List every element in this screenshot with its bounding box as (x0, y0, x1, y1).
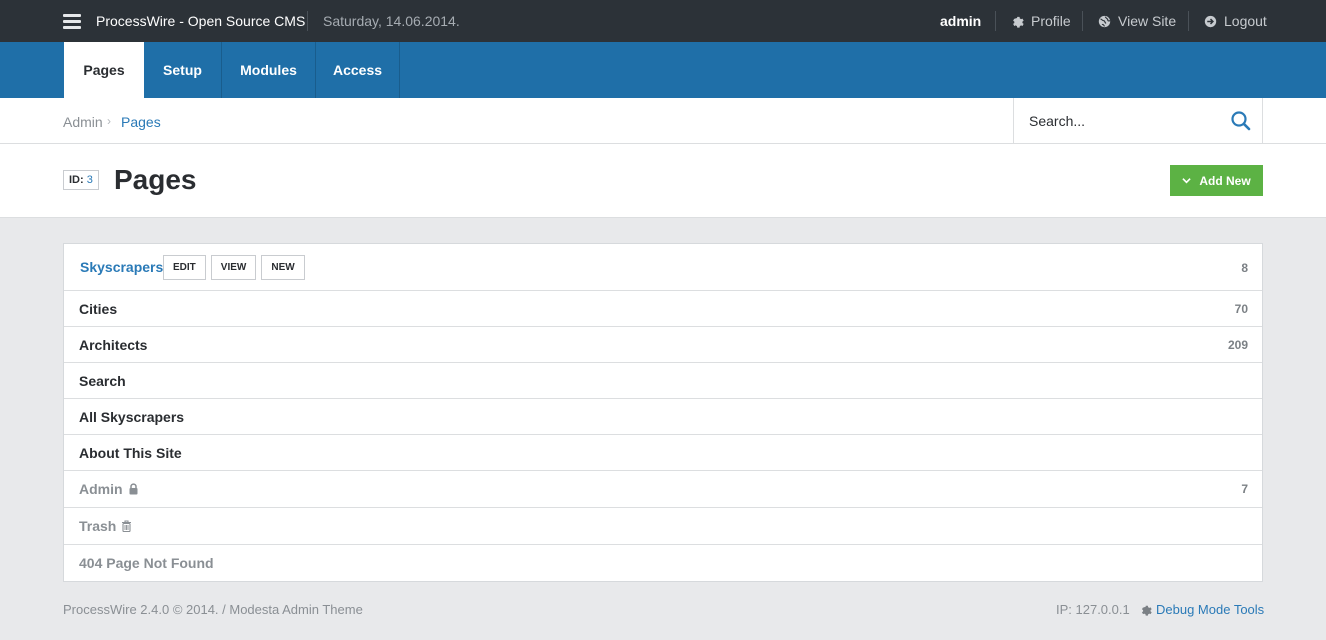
breadcrumb-admin[interactable]: Admin (63, 114, 103, 130)
list-item[interactable]: 404 Page Not Found (64, 545, 1262, 581)
add-new-button[interactable]: Add New (1170, 165, 1263, 196)
page-label[interactable]: Cities (79, 301, 117, 317)
footer-ip: IP: 127.0.0.1 (1056, 602, 1130, 617)
tab-modules[interactable]: Modules (222, 42, 316, 98)
trash-icon (122, 520, 132, 532)
list-item[interactable]: All Skyscrapers (64, 399, 1262, 435)
new-button[interactable]: NEW (261, 255, 305, 280)
child-count: 7 (1241, 482, 1248, 496)
page-title: Pages (114, 164, 197, 195)
tab-pages[interactable]: Pages (64, 42, 144, 98)
username: admin (940, 13, 982, 29)
chevron-down-icon (1182, 178, 1192, 184)
list-item[interactable]: Trash (64, 508, 1262, 545)
list-item[interactable]: Search (64, 363, 1262, 399)
edit-button[interactable]: EDIT (163, 255, 206, 280)
site-title[interactable]: ProcessWire - Open Source CMS (96, 13, 305, 29)
footer-credits: ProcessWire 2.4.0 © 2014. / Modesta Admi… (63, 602, 363, 617)
page-label[interactable]: Architects (79, 337, 147, 353)
logout-link[interactable]: Logout (1204, 13, 1267, 29)
page-label-wrap[interactable]: Admin (79, 481, 139, 497)
id-label: ID: (69, 174, 84, 186)
divider (1082, 11, 1083, 31)
id-badge: ID: 3 (63, 170, 99, 190)
page-label[interactable]: About This Site (79, 445, 182, 461)
list-item[interactable]: About This Site (64, 435, 1262, 471)
page-label: Admin (79, 481, 123, 497)
divider (1188, 11, 1189, 31)
current-date: Saturday, 14.06.2014. (323, 13, 460, 29)
page-title-link[interactable]: Skyscrapers (80, 259, 163, 275)
list-item[interactable]: Admin 7 (64, 471, 1262, 508)
page-actions: EDIT VIEW NEW (163, 255, 310, 280)
lock-icon (129, 483, 138, 495)
logout-icon (1204, 15, 1217, 27)
profile-label: Profile (1031, 13, 1071, 29)
globe-icon (1098, 15, 1111, 27)
child-count: 8 (1241, 261, 1248, 275)
child-count: 209 (1227, 338, 1248, 352)
top-bar: ProcessWire - Open Source CMS Saturday, … (0, 0, 1326, 42)
page-list: Skyscrapers EDIT VIEW NEW 8 Cities 70 Ar… (63, 243, 1263, 582)
menu-icon[interactable] (63, 14, 81, 29)
add-new-label: Add New (1199, 173, 1251, 188)
breadcrumb-pages[interactable]: Pages (121, 114, 161, 130)
page-label[interactable]: Search (79, 373, 126, 389)
breadcrumb: Admin › Pages (0, 98, 1326, 144)
child-count: 70 (1234, 302, 1248, 316)
tab-access[interactable]: Access (316, 42, 400, 98)
main-nav: Pages Setup Modules Access (0, 42, 1326, 98)
view-site-link[interactable]: View Site (1098, 13, 1176, 29)
search-input[interactable] (1014, 98, 1214, 143)
view-site-label: View Site (1118, 13, 1177, 29)
page-label-wrap[interactable]: Trash (79, 518, 132, 534)
profile-link[interactable]: Profile (1011, 13, 1071, 29)
list-item[interactable]: Skyscrapers EDIT VIEW NEW 8 (64, 244, 1262, 291)
tab-setup[interactable]: Setup (144, 42, 222, 98)
gear-icon (1013, 16, 1024, 28)
page-header: ID: 3 Pages Add New (0, 144, 1326, 218)
debug-label: Debug Mode Tools (1156, 602, 1265, 617)
page-label[interactable]: All Skyscrapers (79, 409, 184, 425)
page-label[interactable]: 404 Page Not Found (79, 555, 214, 571)
gear-icon (1141, 605, 1152, 616)
list-item[interactable]: Architects 209 (64, 327, 1262, 363)
breadcrumb-separator: › (107, 114, 111, 128)
list-item[interactable]: Cities 70 (64, 291, 1262, 327)
id-value: 3 (86, 174, 93, 186)
logout-label: Logout (1224, 13, 1267, 29)
page-label: Trash (79, 518, 117, 534)
divider (307, 11, 308, 31)
search-box (1013, 98, 1263, 143)
debug-mode-tools-link[interactable]: Debug Mode Tools (1140, 602, 1264, 617)
divider (995, 11, 996, 31)
view-button[interactable]: VIEW (210, 255, 257, 280)
search-icon[interactable] (1230, 110, 1252, 132)
